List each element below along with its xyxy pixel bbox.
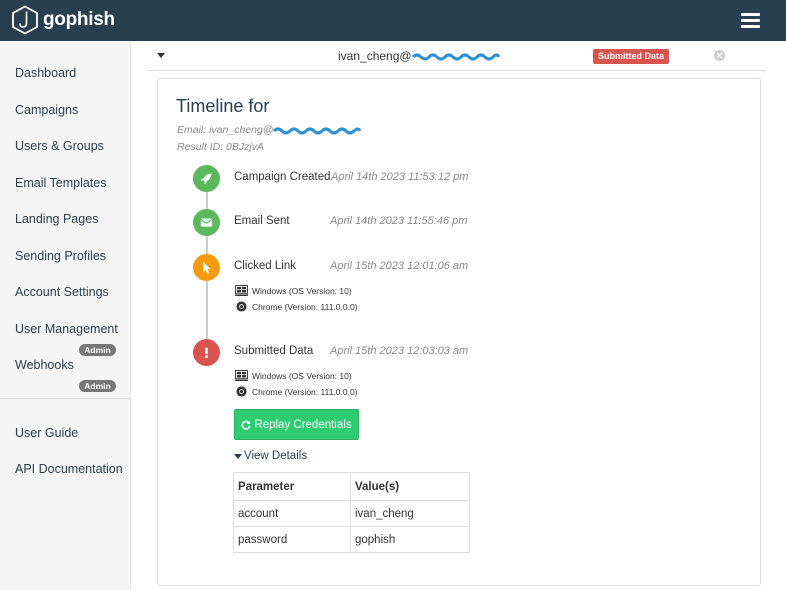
os-info: Windows (OS Version: 10) xyxy=(235,370,352,381)
sidebar-item-dashboard[interactable]: Dashboard xyxy=(15,66,76,80)
result-email: ivan_cheng@ xyxy=(338,49,500,63)
table-header-row: Parameter Value(s) xyxy=(233,472,470,501)
chrome-icon xyxy=(236,301,247,312)
brand-name: gophish xyxy=(43,9,115,30)
timeline-event-name: Submitted Data xyxy=(234,345,314,357)
timeline-card: Timeline for Email: ivan_cheng@ Result I… xyxy=(157,78,761,586)
exclamation-icon xyxy=(205,347,208,358)
redaction-scribble xyxy=(273,127,362,135)
sidebar-item-account-settings[interactable]: Account Settings xyxy=(15,285,109,299)
close-icon[interactable] xyxy=(714,50,725,61)
windows-icon xyxy=(235,370,248,381)
timeline-event-name: Clicked Link xyxy=(234,260,296,272)
column-header-values: Value(s) xyxy=(350,472,470,501)
timeline-node xyxy=(193,209,220,236)
timeline-node xyxy=(193,165,220,192)
timeline-result-id: Result ID: 0BJzjvA xyxy=(177,141,264,153)
table-row: password gophish xyxy=(233,526,470,553)
cursor-icon xyxy=(203,261,211,274)
os-info: Windows (OS Version: 10) xyxy=(235,285,352,296)
table-cell: password xyxy=(233,526,351,553)
sidebar-item-landing-pages[interactable]: Landing Pages xyxy=(15,212,98,226)
gophish-logo-icon xyxy=(12,5,38,35)
timeline-title: Timeline for xyxy=(176,96,270,116)
sidebar-item-campaigns[interactable]: Campaigns xyxy=(15,103,78,117)
timeline-event-time: April 15th 2023 12:01:06 am xyxy=(330,260,469,272)
windows-icon xyxy=(235,285,248,296)
browser-info: Chrome (Version: 111.0.0.0) xyxy=(235,386,358,397)
table-cell: ivan_cheng xyxy=(350,500,470,527)
table-cell: account xyxy=(233,500,351,527)
collapse-caret-icon[interactable] xyxy=(157,53,165,58)
submitted-data-table: Parameter Value(s) account ivan_cheng pa… xyxy=(233,472,470,553)
timeline-event-time: April 14th 2023 11:53:12 pm xyxy=(331,171,469,183)
browser-info: Chrome (Version: 111.0.0.0) xyxy=(235,301,358,312)
sidebar-item-users-groups[interactable]: Users & Groups xyxy=(15,139,104,153)
replay-credentials-label: Replay Credentials xyxy=(254,418,352,431)
view-details-label: View Details xyxy=(244,450,308,462)
timeline-event-time: April 15th 2023 12:03:03 am xyxy=(330,345,469,357)
replay-credentials-button[interactable]: Replay Credentials xyxy=(234,409,359,440)
timeline-node xyxy=(193,339,220,366)
hamburger-menu-icon[interactable] xyxy=(741,13,760,28)
timeline-event-time: April 14th 2023 11:55:46 pm xyxy=(330,215,468,227)
sidebar-item-user-management[interactable]: User Management xyxy=(15,322,118,336)
timeline-email-text: Email: ivan_cheng@ xyxy=(177,124,274,136)
os-info-text: Windows (OS Version: 10) xyxy=(252,285,352,296)
sidebar: Dashboard Campaigns Users & Groups Email… xyxy=(0,41,131,590)
timeline-event-name: Campaign Created xyxy=(234,171,331,183)
table-cell: gophish xyxy=(350,526,470,553)
caret-down-icon xyxy=(234,453,242,459)
sidebar-item-sending-profiles[interactable]: Sending Profiles xyxy=(15,249,106,263)
os-info-text: Windows (OS Version: 10) xyxy=(252,370,352,381)
browser-info-text: Chrome (Version: 111.0.0.0) xyxy=(252,386,358,397)
admin-badge: Admin xyxy=(79,344,116,356)
timeline-email: Email: ivan_cheng@ xyxy=(177,124,362,136)
result-row[interactable]: ivan_cheng@ Submitted Data xyxy=(147,41,766,71)
result-email-text: ivan_cheng@ xyxy=(338,49,412,63)
brand-logo[interactable]: gophish xyxy=(11,5,115,35)
sidebar-item-webhooks[interactable]: Webhooks xyxy=(15,358,74,372)
column-header-parameter: Parameter xyxy=(233,472,351,501)
sidebar-item-api-documentation[interactable]: API Documentation xyxy=(15,462,123,476)
redaction-scribble xyxy=(411,53,500,61)
admin-badge: Admin xyxy=(79,380,116,392)
sidebar-item-email-templates[interactable]: Email Templates xyxy=(15,176,106,190)
status-badge: Submitted Data xyxy=(593,49,670,64)
rocket-icon xyxy=(200,173,212,185)
refresh-icon xyxy=(241,420,251,430)
timeline-event-name: Email Sent xyxy=(234,215,290,227)
top-navbar: gophish xyxy=(0,0,786,41)
chrome-icon xyxy=(236,386,247,397)
table-row: account ivan_cheng xyxy=(233,500,470,527)
sidebar-divider xyxy=(0,398,130,399)
view-details-toggle[interactable]: View Details xyxy=(234,450,307,462)
timeline-node xyxy=(193,254,220,281)
sidebar-item-user-guide[interactable]: User Guide xyxy=(15,426,78,440)
envelope-icon xyxy=(200,218,213,227)
browser-info-text: Chrome (Version: 111.0.0.0) xyxy=(252,301,358,312)
